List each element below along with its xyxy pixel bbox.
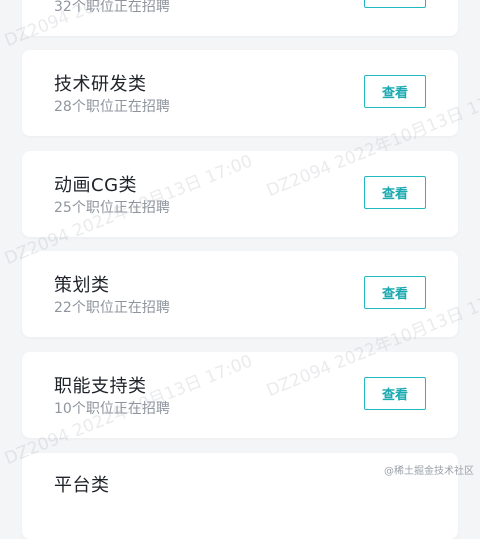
view-button[interactable]: 查看 xyxy=(364,75,426,108)
job-category-list: 32个职位正在招聘 查看 技术研发类 28个职位正在招聘 查看 动画CG类 25… xyxy=(0,0,480,539)
card-subtitle: 22个职位正在招聘 xyxy=(54,300,170,316)
view-button[interactable]: 查看 xyxy=(364,0,426,8)
card-subtitle: 28个职位正在招聘 xyxy=(54,99,170,115)
job-category-card: 32个职位正在招聘 查看 xyxy=(22,0,458,36)
view-button[interactable]: 查看 xyxy=(364,176,426,209)
card-title: 职能支持类 xyxy=(54,376,147,397)
card-title: 动画CG类 xyxy=(54,175,138,196)
job-category-card: 职能支持类 10个职位正在招聘 查看 xyxy=(22,352,458,438)
view-button[interactable]: 查看 xyxy=(364,377,426,410)
job-category-card: 策划类 22个职位正在招聘 查看 xyxy=(22,251,458,337)
job-category-card: 技术研发类 28个职位正在招聘 查看 xyxy=(22,50,458,136)
view-button[interactable]: 查看 xyxy=(364,276,426,309)
card-title: 平台类 xyxy=(54,475,110,496)
watermark-credit: @稀土掘金技术社区 xyxy=(384,466,474,477)
job-category-card: 动画CG类 25个职位正在招聘 查看 xyxy=(22,151,458,237)
card-subtitle: 10个职位正在招聘 xyxy=(54,401,170,417)
card-title: 技术研发类 xyxy=(54,74,147,95)
card-subtitle: 25个职位正在招聘 xyxy=(54,200,170,216)
card-title: 策划类 xyxy=(54,275,110,296)
card-subtitle: 32个职位正在招聘 xyxy=(54,0,170,15)
